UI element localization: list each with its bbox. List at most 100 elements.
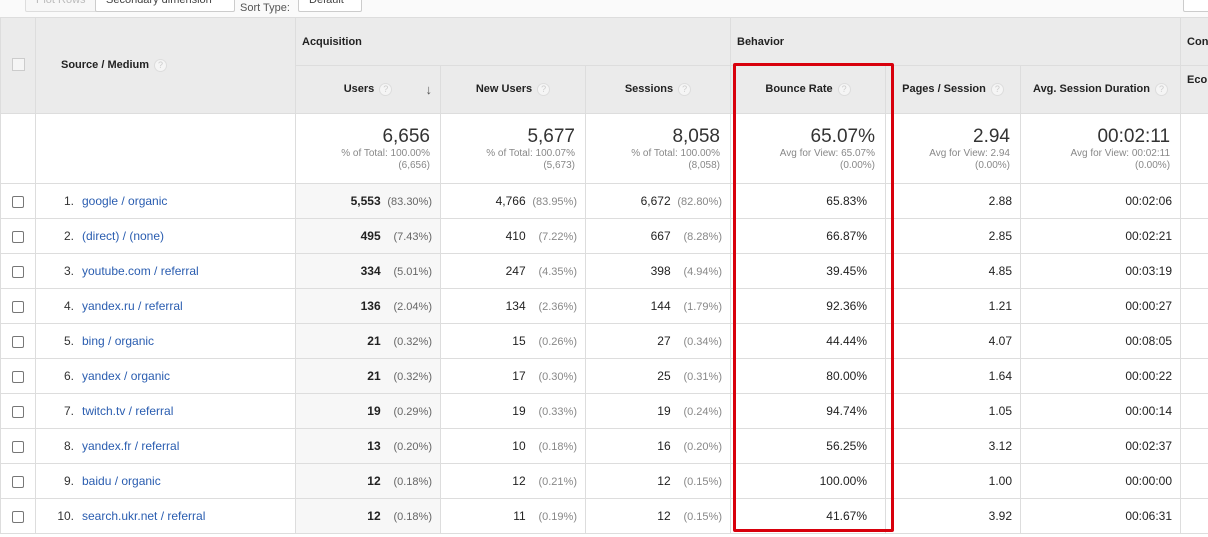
row-checkbox[interactable] (12, 230, 24, 243)
row-checkbox-cell[interactable] (0, 498, 36, 534)
avg-session-duration-cell: 00:00:27 (1019, 288, 1182, 324)
table-row: 4. yandex.ru / referral 136 (2.04%) 134 (… (0, 288, 1208, 324)
select-all-cell[interactable] (0, 17, 36, 114)
sessions-header[interactable]: Sessions? (585, 65, 731, 114)
row-checkbox[interactable] (12, 510, 24, 523)
conversions-cell (1180, 498, 1208, 534)
avg-session-duration-header[interactable]: Avg. Session Duration? (1019, 65, 1182, 114)
users-cell: 21 (0.32%) (295, 323, 441, 359)
avg-session-duration-cell: 00:06:31 (1019, 498, 1182, 534)
totals-label-cell (35, 113, 296, 184)
new-users-cell: 17 (0.30%) (440, 358, 586, 394)
bounce-rate-cell: 66.87% (730, 218, 886, 254)
source-medium-link[interactable]: yandex.ru / referral (82, 299, 183, 313)
row-number: 3. (63, 264, 74, 278)
row-checkbox-cell[interactable] (0, 183, 36, 219)
source-medium-link[interactable]: google / organic (82, 194, 167, 208)
help-icon[interactable]: ? (379, 83, 393, 96)
source-medium-link[interactable]: youtube.com / referral (82, 264, 199, 278)
source-cell: 10. search.ukr.net / referral (35, 498, 296, 534)
source-cell: 6. yandex / organic (35, 358, 296, 394)
source-medium-link[interactable]: yandex / organic (82, 369, 170, 383)
row-checkbox-cell[interactable] (0, 253, 36, 289)
conversions-cell (1180, 323, 1208, 359)
bounce-rate-cell: 44.44% (730, 323, 886, 359)
conversions-cell (1180, 428, 1208, 464)
sort-descending-icon[interactable]: ↓ (426, 82, 433, 97)
source-cell: 3. youtube.com / referral (35, 253, 296, 289)
new-users-header[interactable]: New Users? (440, 65, 586, 114)
row-checkbox-cell[interactable] (0, 393, 36, 429)
pages-session-cell: 1.00 (885, 463, 1021, 499)
source-medium-link[interactable]: (direct) / (none) (82, 229, 164, 243)
total-conversions (1180, 113, 1208, 184)
source-medium-link[interactable]: baidu / organic (82, 474, 161, 488)
users-header[interactable]: Users? ↓ (295, 65, 441, 114)
users-cell: 19 (0.29%) (295, 393, 441, 429)
users-cell: 12 (0.18%) (295, 463, 441, 499)
select-all-checkbox[interactable] (11, 57, 25, 71)
source-medium-link[interactable]: yandex.fr / referral (82, 439, 179, 453)
users-cell: 334 (5.01%) (295, 253, 441, 289)
row-checkbox[interactable] (12, 300, 24, 313)
help-icon[interactable]: ? (1154, 83, 1168, 96)
source-medium-link[interactable]: search.ukr.net / referral (82, 509, 205, 523)
row-checkbox-cell[interactable] (0, 288, 36, 324)
row-checkbox[interactable] (12, 370, 24, 383)
row-number: 7. (63, 404, 74, 418)
row-number: 1. (63, 194, 74, 208)
conversions-cell (1180, 358, 1208, 394)
source-medium-link[interactable]: bing / organic (82, 334, 154, 348)
users-cell: 5,553 (83.30%) (295, 183, 441, 219)
row-checkbox[interactable] (12, 440, 24, 453)
row-checkbox[interactable] (12, 195, 24, 208)
pages-session-cell: 2.88 (885, 183, 1021, 219)
help-icon[interactable]: ? (154, 59, 168, 72)
sessions-cell: 667 (8.28%) (585, 218, 731, 254)
row-checkbox[interactable] (12, 475, 24, 488)
conversions-group-header: Conv (1180, 17, 1208, 66)
source-cell: 7. twitch.tv / referral (35, 393, 296, 429)
source-cell: 4. yandex.ru / referral (35, 288, 296, 324)
source-cell: 8. yandex.fr / referral (35, 428, 296, 464)
help-icon[interactable]: ? (537, 83, 551, 96)
row-checkbox-cell[interactable] (0, 428, 36, 464)
sessions-cell: 144 (1.79%) (585, 288, 731, 324)
row-checkbox-cell[interactable] (0, 463, 36, 499)
row-number: 2. (63, 229, 74, 243)
search-box[interactable] (1183, 0, 1208, 12)
sort-type-dropdown[interactable]: Default (298, 0, 362, 12)
table-row: 2. (direct) / (none) 495 (7.43%) 410 (7.2… (0, 218, 1208, 254)
avg-session-duration-cell: 00:00:22 (1019, 358, 1182, 394)
secondary-dimension-dropdown[interactable]: Secondary dimension (95, 0, 235, 12)
report-toolbar: Plot Rows Secondary dimension Sort Type:… (0, 0, 1208, 17)
row-checkbox-cell[interactable] (0, 218, 36, 254)
total-pages-session: 2.94 Avg for View: 2.94 (0.00%) (885, 113, 1021, 184)
users-cell: 136 (2.04%) (295, 288, 441, 324)
source-medium-link[interactable]: twitch.tv / referral (82, 404, 173, 418)
row-checkbox[interactable] (12, 405, 24, 418)
source-medium-header[interactable]: Source / Medium? (35, 17, 296, 114)
row-checkbox[interactable] (12, 265, 24, 278)
row-number: 10. (57, 509, 74, 523)
bounce-rate-header[interactable]: Bounce Rate? (730, 65, 886, 114)
pages-session-cell: 3.12 (885, 428, 1021, 464)
sessions-cell: 398 (4.94%) (585, 253, 731, 289)
help-icon[interactable]: ? (990, 83, 1004, 96)
pages-session-cell: 4.85 (885, 253, 1021, 289)
pages-session-header[interactable]: Pages / Session? (885, 65, 1021, 114)
source-cell: 5. bing / organic (35, 323, 296, 359)
table-row: 1. google / organic 5,553 (83.30%) 4,766 … (0, 183, 1208, 219)
ecommerce-header[interactable]: Eco (1180, 65, 1208, 114)
row-checkbox-cell[interactable] (0, 358, 36, 394)
avg-session-duration-cell: 00:02:37 (1019, 428, 1182, 464)
sessions-cell: 27 (0.34%) (585, 323, 731, 359)
avg-session-duration-cell: 00:00:14 (1019, 393, 1182, 429)
plot-rows-button[interactable]: Plot Rows (25, 0, 97, 12)
sessions-cell: 12 (0.15%) (585, 463, 731, 499)
row-checkbox-cell[interactable] (0, 323, 36, 359)
help-icon[interactable]: ? (678, 83, 692, 96)
row-checkbox[interactable] (12, 335, 24, 348)
help-icon[interactable]: ? (837, 83, 851, 96)
avg-session-duration-cell: 00:00:00 (1019, 463, 1182, 499)
